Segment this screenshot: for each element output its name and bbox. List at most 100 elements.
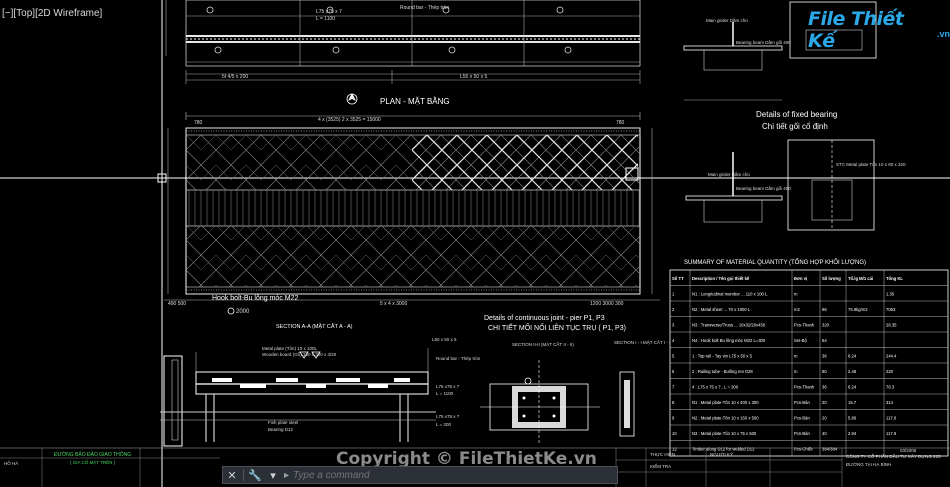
table-cell: N2 : Metal plate-Tôn 10 x 150 x 500 (692, 416, 759, 421)
table-cell: 117.6 (886, 416, 897, 421)
table-cell: 7063 (886, 307, 896, 312)
table-cell: Pcs-Thanh (794, 385, 815, 390)
table-cell: 5.86 (848, 416, 857, 421)
quantity-table: Số TT Description / Tên gọi thiết kế Đơn v… (669, 269, 949, 457)
bolt-marker-icon (227, 307, 235, 315)
label-hook-bolt: Hook bolt-Bu lông móc M22 (212, 295, 298, 302)
table-cell: 320 (822, 323, 830, 328)
close-icon[interactable]: ✕ (223, 467, 241, 483)
table-cell: Pcs-Bản (794, 431, 810, 436)
tb-left-code: HỒ HÀ (4, 460, 18, 466)
table-cell: 12 (672, 447, 677, 452)
table-cell: 4 (672, 338, 675, 343)
table-cell: Pcs-Thanh (794, 323, 815, 328)
tb-right-code: ĐƯỜNG TẠI HẠ BÌNH (846, 461, 891, 467)
fixed-bearing-title-vn: Chi tiết gối cố định (762, 122, 828, 131)
top-elevation (165, 0, 641, 84)
table-cell: 1.35 (886, 292, 895, 297)
table-cell: Pcs-Chiếc (794, 447, 813, 452)
label-main-girder-top: Main girder Dầm chủ (706, 17, 748, 23)
table-cell: 220 (886, 369, 894, 374)
table-header-cell: Đơn vị (794, 276, 807, 281)
label-main-girder-mid: Main girder Dầm chủ (708, 171, 750, 177)
joint-detail-drawing (480, 360, 635, 444)
table-cell: N3 : Transverse/Truss ... 10x32/20x450 (692, 323, 766, 328)
separator (243, 469, 244, 481)
table-cell: 36 (822, 354, 827, 359)
table-cell: 2 : Railing tube - Bulông ren D28 (692, 369, 753, 374)
table-cell: N3 : Metal plate-Tôn 10 x 75 x 500 (692, 431, 757, 436)
table-cell: 10 (672, 431, 677, 436)
table-cell: 2.94 (848, 431, 857, 436)
table-cell: 36 (822, 385, 827, 390)
section-aa-drawing (160, 348, 436, 447)
label-round-bar-2: Round bar - Thép tròn (436, 356, 481, 361)
command-input[interactable] (289, 469, 548, 481)
label-bearing-beam-top: Bearing beam Dầm gối 400 (736, 40, 791, 45)
table-cell: 3 (672, 323, 675, 328)
dropdown-icon[interactable]: ▾ (264, 467, 282, 483)
table-cell: 7 (672, 385, 675, 390)
table-header-cell: Tổ.lg M/1 cái (848, 276, 873, 281)
label-dim-mid: L55 x 50 x 5 (460, 74, 487, 80)
table-cell: 2 (672, 307, 675, 312)
logo-name: File Thiết Kế (808, 8, 904, 52)
table-cell: 40 (822, 431, 827, 436)
table-cell: 90 (822, 369, 827, 374)
viewport-controls[interactable]: [−][Top][2D Wireframe] (2, 8, 102, 19)
plan-dim-bottom-left: 490 500 (168, 301, 186, 307)
plan-dim-top-small-left: 780 (194, 120, 203, 126)
plan-dim-top: 4 x (3525) 2 x 3525 = 15000 (318, 117, 381, 123)
tb-left-sub: ( GIA CỐ MẶT TRÊN ) (70, 458, 116, 465)
command-line[interactable]: ✕ 🔧 ▾ ▸ (222, 466, 618, 484)
fixed-bearing-title-en: Details of fixed bearing (756, 110, 837, 119)
table-cell: m (794, 369, 798, 374)
table-cell: 96 (822, 307, 827, 312)
label-l1100: L = 1100 (436, 391, 454, 396)
section-aa-title: SECTION A-A (MẶT CẮT A - A) (276, 322, 353, 330)
table-cell: 4 : L75 x 75 x 7 , L = 200 (692, 385, 739, 390)
table-cell: 78.3 (886, 385, 895, 390)
continuous-joint-title-vn: CHI TIẾT MỐI NỐI LIÊN TỤC TRỤ ( P1, P3) (488, 322, 626, 332)
table-cell: Set-Bộ (794, 338, 807, 343)
table-header-cell: Tổng KL (886, 276, 903, 281)
section-i-title: SECTION I - I MẶT CẮT I - I (614, 338, 670, 345)
table-cell: 1 : Top rail - Tay vịn L75 x 50 x 5 (692, 354, 753, 359)
label-bearing-beam-mid: Bearing beam Dầm gối 400 (736, 186, 791, 191)
label-l75-top: L75 x75 x 7 (316, 9, 342, 15)
table-cell: 9 (672, 416, 675, 421)
tb-date: 03/2006 (900, 448, 917, 453)
table-cell: 28.35 (886, 323, 897, 328)
table-cell: m (794, 354, 798, 359)
table-cell: Pcs-Bản (794, 416, 810, 421)
tb-right-b: NGƯỜI KÝ (710, 451, 733, 457)
table-cell: 20 (822, 400, 827, 405)
label-fish-plate: Fish plate steel (268, 420, 298, 425)
table-cell: 75.9kg/m2 (848, 307, 868, 312)
table-cell: 1 (672, 292, 675, 297)
table-cell: N1 : Metal plate-Tôn 10 x 400 x 300 (692, 400, 759, 405)
label-l50: L50 x 50 x 5 (432, 337, 457, 342)
table-cell: 5 (672, 354, 675, 359)
table-cell: 314 (886, 400, 894, 405)
table-cell: 384/384 (822, 447, 838, 452)
logo-domain: .vn (936, 29, 950, 39)
table-cell: N2 : Metal sheet ... 70 x 1000 L (692, 307, 751, 312)
table-header-cell: Số TT (672, 276, 684, 281)
label-l1100-top: L = 1100 (316, 16, 335, 22)
table-cell: Timber along D12 for welded D12 (692, 447, 755, 452)
north-arrow-icon (346, 93, 358, 105)
label-round-bar: Round bar - Thép tròn (400, 5, 449, 11)
drawing-canvas[interactable]: Round bar - Thép tròn L75 x75 x 7 L = 11… (0, 0, 950, 487)
label-dim-left: 5t 4/5 x 200 (222, 74, 248, 80)
table-cell: 6.24 (848, 354, 857, 359)
section-ii-title: SECTION II-II (MẶT CẮT II - II) (512, 340, 574, 347)
label-stc-plate: STC Metal plate Tôn 10 x 80 x 320 (836, 162, 906, 167)
table-cell: 6.24 (848, 385, 857, 390)
table-cell: N4 : Hook bolt Bu lông móc M22 L=300 (692, 338, 766, 343)
table-cell: 244.4 (886, 354, 897, 359)
label-l75-b: L75 x75 x 7 (436, 414, 460, 419)
plan-dim-bottom-right: 1200 3000 300 (590, 301, 624, 307)
table-cell: Pcs-Bản (794, 400, 810, 405)
wrench-icon[interactable]: 🔧 (246, 467, 264, 483)
